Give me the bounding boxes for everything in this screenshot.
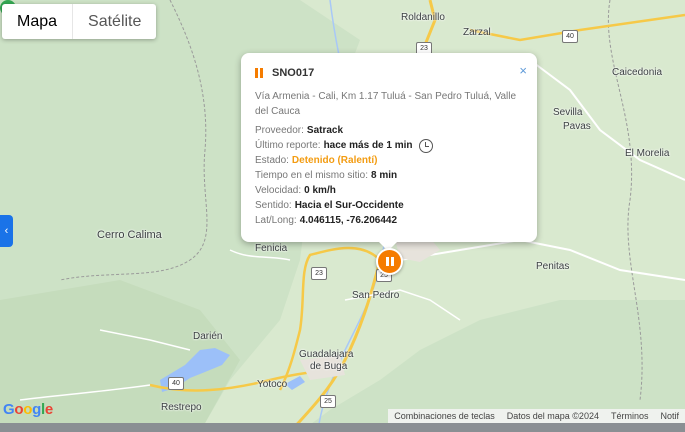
place-label: San Pedro xyxy=(352,290,400,301)
route-shield: 25 xyxy=(320,395,336,408)
place-label: Darién xyxy=(193,331,223,342)
state-row: Estado: Detenido (Ralentí) xyxy=(255,153,523,168)
direction-value: Hacia el Sur-Occidente xyxy=(294,200,404,211)
place-label: Roldanillo xyxy=(401,12,445,23)
google-logo: Google xyxy=(3,401,53,418)
state-label: Estado: xyxy=(255,155,289,166)
place-label: de Buga xyxy=(310,361,348,372)
place-label: El Morelia xyxy=(625,148,670,159)
place-label: Sevilla xyxy=(553,107,583,118)
place-label: Pavas xyxy=(563,121,591,132)
place-label: Caicedonia xyxy=(612,67,663,78)
clock-icon xyxy=(418,138,433,153)
state-value: Detenido (Ralentí) xyxy=(291,155,378,166)
route-shield: 40 xyxy=(562,30,578,43)
last-report-row: Último reporte: hace más de 1 min xyxy=(255,138,523,153)
place-label: Guadalajara xyxy=(299,349,354,360)
time-value: 8 min xyxy=(371,170,398,181)
time-row: Tiempo en el mismo sitio: 8 min xyxy=(255,168,523,183)
speed-value: 0 km/h xyxy=(304,185,336,196)
time-label: Tiempo en el mismo sitio: xyxy=(255,170,368,181)
place-label: Penitas xyxy=(536,261,570,272)
terms-link[interactable]: Términos xyxy=(605,409,655,423)
map-footer: Combinaciones de teclas Datos del mapa ©… xyxy=(388,409,685,423)
popup-header: SNO017 xyxy=(255,67,523,79)
map-type-satellite-button[interactable]: Satélite xyxy=(73,4,156,39)
place-label: Zarzal xyxy=(463,27,491,38)
last-report-value: hace más de 1 min xyxy=(323,140,413,151)
latlong-value: 4.046115, -76.206442 xyxy=(299,215,398,226)
map-type-map-button[interactable]: Mapa xyxy=(2,4,72,39)
keyboard-shortcuts-link[interactable]: Combinaciones de teclas xyxy=(388,409,501,423)
map-type-control: Mapa Satélite xyxy=(2,4,157,39)
route-shield: 23 xyxy=(311,267,327,280)
vehicle-address: Vía Armenia - Cali, Km 1.17 Tuluá - San … xyxy=(255,91,517,117)
place-label: Restrepo xyxy=(161,402,202,413)
vehicle-marker[interactable] xyxy=(376,248,403,275)
close-icon[interactable]: × xyxy=(519,63,527,78)
place-label: Cerro Calima xyxy=(97,229,162,241)
vehicle-info-window: × SNO017 Vía Armenia - Cali, Km 1.17 Tul… xyxy=(241,53,537,251)
speed-label: Velocidad: xyxy=(255,185,302,196)
latlong-label: Lat/Long: xyxy=(255,215,297,226)
bottom-strip xyxy=(0,423,685,432)
provider-row: Proveedor: Satrack xyxy=(255,123,523,138)
pause-icon xyxy=(255,68,263,78)
report-link[interactable]: Notif xyxy=(654,409,685,423)
last-report-label: Último reporte: xyxy=(255,140,321,151)
place-label: Fenicia xyxy=(255,243,288,254)
speed-row: Velocidad: 0 km/h xyxy=(255,183,523,198)
provider-value: Satrack xyxy=(306,125,344,136)
direction-label: Sentido: xyxy=(255,200,292,211)
sidebar-toggle-button[interactable]: ‹ xyxy=(0,215,13,247)
chevron-left-icon: ‹ xyxy=(4,225,9,237)
provider-label: Proveedor: xyxy=(255,125,304,136)
direction-row: Sentido: Hacia el Sur-Occidente xyxy=(255,198,523,213)
vehicle-id: SNO017 xyxy=(272,67,315,79)
map-data-text: Datos del mapa ©2024 xyxy=(506,411,599,421)
place-label: Yotoco xyxy=(257,379,288,390)
latlong-row: Lat/Long: 4.046115, -76.206442 xyxy=(255,213,523,228)
route-shield: 40 xyxy=(168,377,184,390)
